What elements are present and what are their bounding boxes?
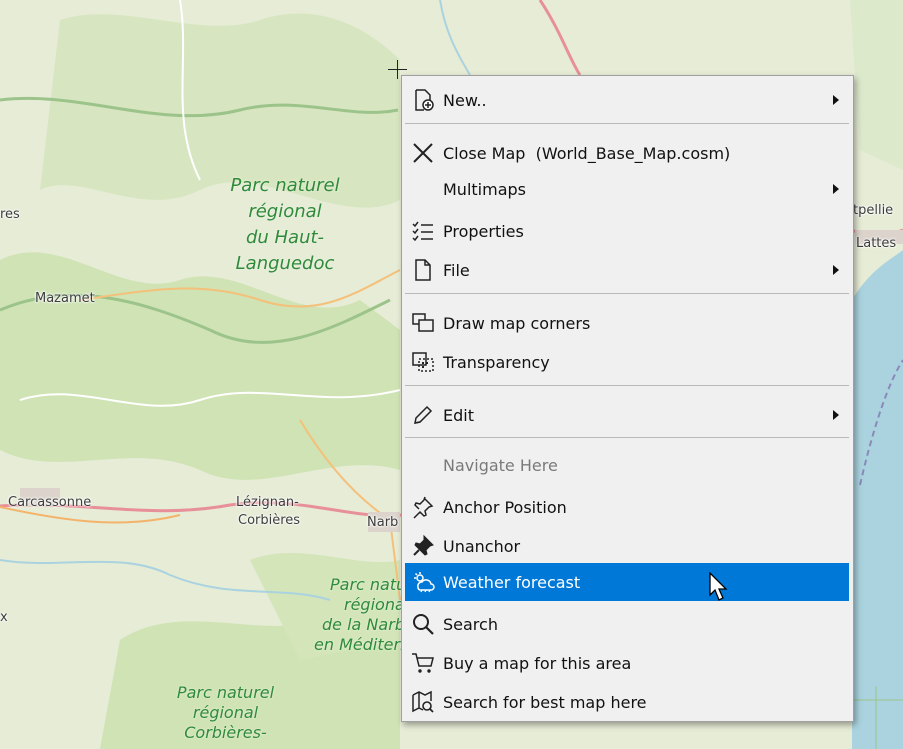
menu-item-close-map[interactable]: Close Map (World_Base_Map.cosm) [405, 134, 849, 172]
park-label-haut-languedoc: Parc naturel régional du Haut- Languedoc [230, 175, 340, 274]
menu-item-label: Edit [443, 405, 474, 425]
place-label-montpellier: tpellie [853, 203, 894, 218]
place-label-lezignan: Lézignan- [236, 495, 299, 510]
menu-separator [405, 437, 849, 438]
place-label-mazamet: Mazamet [35, 291, 95, 306]
place-label-partial: res [0, 207, 20, 222]
menu-item-label: Navigate Here [443, 455, 558, 475]
place-label-narbonne: Narb [367, 515, 399, 530]
place-label-corbieres: Corbières [238, 513, 301, 528]
menu-item-transparency[interactable]: Transparency [405, 343, 849, 381]
menu-item-unanchor[interactable]: Unanchor [405, 527, 849, 565]
pin-filled-icon [405, 527, 441, 565]
transparency-icon [405, 343, 441, 381]
cart-icon [405, 644, 441, 682]
submenu-arrow-icon [833, 410, 839, 420]
menu-item-label: Buy a map for this area [443, 653, 632, 673]
menu-item-multimaps[interactable]: Multimaps [405, 170, 849, 208]
menu-item-label: Search [443, 614, 498, 634]
empty-icon-slot [405, 446, 441, 484]
menu-item-search-best-map[interactable]: Search for best map here [405, 683, 849, 721]
menu-separator [405, 123, 849, 124]
new-map-icon [405, 81, 441, 119]
menu-item-label: Unanchor [443, 536, 521, 556]
place-label-partial-2: x [0, 610, 8, 625]
menu-item-weather-forecast[interactable]: Weather forecast [405, 563, 849, 601]
menu-item-label: Transparency [443, 352, 550, 372]
properties-list-icon [405, 212, 441, 250]
place-label-lattes: Lattes [856, 236, 897, 251]
menu-item-search[interactable]: Search [405, 605, 849, 643]
menu-item-label: Weather forecast [443, 572, 581, 592]
map-corners-icon [405, 304, 441, 342]
submenu-arrow-icon [833, 184, 839, 194]
pin-outline-icon [405, 488, 441, 526]
menu-item-label: Properties [443, 221, 524, 241]
menu-item-new[interactable]: New.. [405, 81, 849, 119]
menu-item-label: Close Map (World_Base_Map.cosm) [443, 143, 731, 163]
empty-icon-slot [405, 170, 441, 208]
park-label-corbieres: Parc naturel régional Corbières- [176, 683, 275, 742]
menu-separator [405, 385, 849, 386]
map-search-icon [405, 683, 441, 721]
menu-item-label: Anchor Position [443, 497, 567, 517]
menu-item-label: New.. [443, 90, 487, 110]
menu-item-file[interactable]: File [405, 251, 849, 289]
menu-item-edit[interactable]: Edit [405, 396, 849, 434]
submenu-arrow-icon [833, 95, 839, 105]
menu-item-label: File [443, 260, 470, 280]
menu-item-anchor-position[interactable]: Anchor Position [405, 488, 849, 526]
menu-item-label: Draw map corners [443, 313, 591, 333]
submenu-arrow-icon [833, 265, 839, 275]
file-icon [405, 251, 441, 289]
menu-item-properties[interactable]: Properties [405, 212, 849, 250]
menu-item-label: Search for best map here [443, 692, 647, 712]
close-icon [405, 134, 441, 172]
menu-item-label: Multimaps [443, 179, 526, 199]
menu-item-navigate-here: Navigate Here [405, 446, 849, 484]
context-menu: New.. Close Map (World_Base_Map.cosm) Mu… [401, 75, 854, 722]
menu-item-draw-map-corners[interactable]: Draw map corners [405, 304, 849, 342]
menu-item-buy-map[interactable]: Buy a map for this area [405, 644, 849, 682]
place-label-carcassonne: Carcassonne [8, 495, 92, 510]
mouse-pointer-icon [709, 572, 728, 601]
pencil-icon [405, 396, 441, 434]
menu-separator [405, 293, 849, 294]
magnifier-icon [405, 605, 441, 643]
weather-icon [405, 563, 441, 601]
